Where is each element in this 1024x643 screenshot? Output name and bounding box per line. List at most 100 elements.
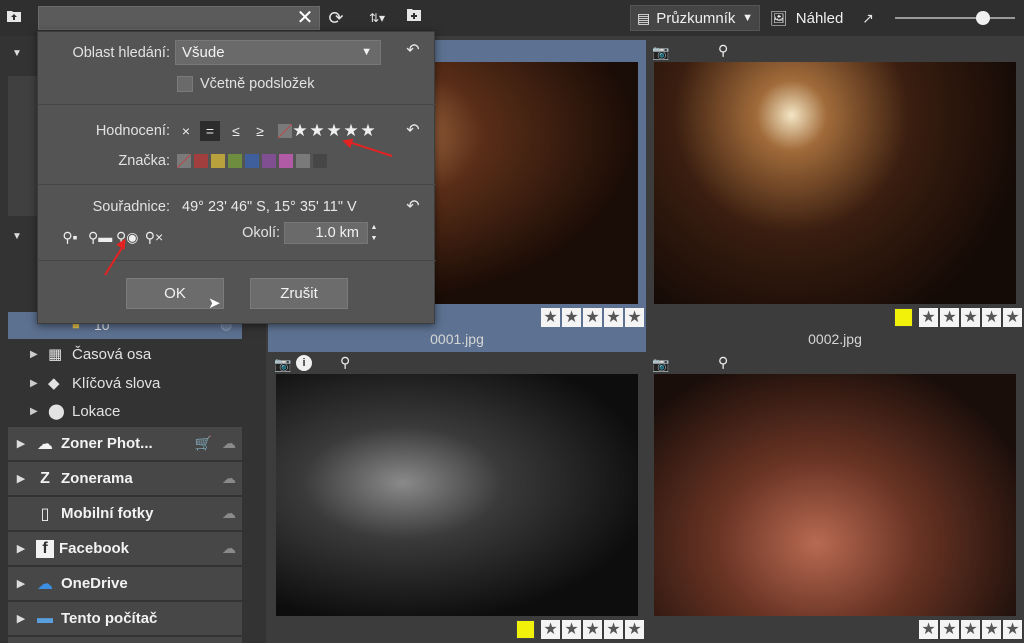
service-mobile-photos[interactable]: ▯ Mobilní fotky ☁ — [8, 497, 242, 530]
service-label: OneDrive — [61, 575, 128, 592]
thumbnail-cell[interactable]: 📷 ⚲ ★ ★ ★ ★ ★ 0002.jpg — [646, 40, 1024, 352]
reset-icon[interactable]: ↶ — [404, 42, 422, 60]
chevron-right-icon[interactable]: ▶ — [30, 349, 48, 360]
photo-thumbnail[interactable] — [654, 374, 1016, 616]
cloud-status-icon: ☁ — [222, 470, 236, 486]
star-icon[interactable]: ★ — [541, 308, 560, 327]
rating-stars[interactable]: ★ ★ ★ ★ ★ — [919, 620, 1022, 639]
external-open-icon[interactable]: ↗ — [858, 8, 878, 28]
rating-stars[interactable]: ★ ★ ★ ★ ★ — [516, 620, 644, 639]
star-icon[interactable]: ★ — [961, 308, 980, 327]
star-icon[interactable]: ★ — [1003, 620, 1022, 639]
no-tag-swatch[interactable] — [177, 154, 191, 168]
tag-color-swatch[interactable] — [313, 154, 327, 168]
reset-icon[interactable]: ↶ — [404, 198, 422, 216]
star-icon[interactable]: ★ — [309, 121, 325, 141]
area-label: Oblast hledání: — [72, 45, 170, 61]
geo-from-photo-icon[interactable]: ⚲▪ — [60, 229, 80, 247]
tag-color-swatch[interactable] — [211, 154, 225, 168]
star-icon[interactable]: ★ — [982, 308, 1001, 327]
chevron-right-icon[interactable]: ▶ — [8, 437, 34, 450]
tree-item-keywords[interactable]: ▶ ◆ Klíčová slova — [30, 370, 160, 396]
chevron-down-icon[interactable]: ▼ — [12, 48, 22, 59]
sort-icon[interactable]: ⇅▾ — [362, 8, 392, 28]
chevron-right-icon[interactable]: ▶ — [8, 542, 34, 555]
geo-from-folder-icon[interactable]: ⚲▬ — [88, 229, 112, 247]
refresh-icon[interactable]: ⟳ — [326, 8, 346, 28]
chevron-right-icon[interactable]: ▶ — [30, 378, 48, 389]
tree-item-locations[interactable]: ▶ ⬤ Lokace — [30, 398, 120, 424]
star-icon[interactable]: ★ — [919, 308, 938, 327]
cloud-icon: ☁ — [37, 435, 53, 453]
color-label-yellow[interactable] — [894, 308, 913, 327]
star-icon[interactable]: ★ — [940, 620, 959, 639]
tag-color-swatch[interactable] — [262, 154, 276, 168]
include-subfolders-checkbox[interactable] — [177, 76, 193, 92]
service-zonerama[interactable]: ▶ Z Zonerama ☁ — [8, 462, 242, 495]
star-icon[interactable]: ★ — [562, 620, 581, 639]
cancel-button[interactable]: Zrušit — [250, 278, 348, 309]
chevron-right-icon[interactable]: ▶ — [30, 406, 48, 417]
search-input[interactable] — [38, 6, 320, 30]
tree-item-label: Lokace — [72, 402, 121, 420]
rating-stars[interactable]: ★ ★ ★ ★ ★ — [541, 308, 644, 327]
star-icon[interactable]: ★ — [919, 620, 938, 639]
star-icon[interactable]: ★ — [583, 308, 602, 327]
thumbnail-cell[interactable]: 📷 ⚲ ★ ★ ★ ★ ★ — [646, 352, 1024, 643]
reset-icon[interactable]: ↶ — [404, 122, 422, 140]
star-icon[interactable]: ★ — [604, 620, 623, 639]
info-icon[interactable]: i — [296, 355, 312, 371]
star-icon[interactable]: ★ — [625, 620, 644, 639]
tag-color-swatch[interactable] — [279, 154, 293, 168]
tree-item-timeline[interactable]: ▶ ▦ Časová osa — [30, 341, 151, 367]
service-facebook[interactable]: ▶ f Facebook ☁ — [8, 532, 242, 565]
geo-clear-icon[interactable]: ⚲× — [144, 229, 164, 247]
star-icon[interactable]: ★ — [583, 620, 602, 639]
clear-search-icon[interactable]: ✕ — [295, 8, 315, 28]
color-label-yellow[interactable] — [516, 620, 535, 639]
new-folder-icon[interactable] — [404, 8, 424, 28]
star-icon[interactable]: ★ — [961, 620, 980, 639]
rating-op-equal[interactable]: = — [200, 121, 220, 141]
star-icon[interactable]: ★ — [940, 308, 959, 327]
service-zoner-photo-cloud[interactable]: ▶ ☁ Zoner Phot... 🛒 ☁ — [8, 427, 242, 460]
cloud-status-icon: ☁ — [222, 540, 236, 556]
service-this-computer[interactable]: ▶ ▬ Tento počítač — [8, 602, 242, 635]
rating-op-none[interactable]: × — [176, 121, 196, 141]
rating-op-less-equal[interactable]: ≤ — [226, 121, 246, 141]
photo-thumbnail[interactable] — [276, 374, 638, 616]
thumbnail-cell[interactable]: 📷 i ⚲ ★ ★ ★ ★ ★ — [268, 352, 646, 643]
radius-stepper[interactable]: ▲ ▼ — [368, 222, 380, 244]
star-icon[interactable]: ★ — [604, 308, 623, 327]
star-icon[interactable]: ★ — [541, 620, 560, 639]
service-onedrive[interactable]: ▶ ☁ OneDrive — [8, 567, 242, 600]
thumbnail-size-slider[interactable] — [895, 17, 1015, 19]
cart-icon[interactable]: 🛒 — [195, 435, 212, 452]
no-rating-swatch[interactable] — [278, 124, 292, 138]
folder-up-icon[interactable] — [4, 8, 24, 28]
star-icon[interactable]: ★ — [326, 121, 342, 141]
star-icon[interactable]: ★ — [625, 308, 644, 327]
star-icon[interactable]: ★ — [982, 620, 1001, 639]
chevron-right-icon[interactable]: ▶ — [8, 612, 34, 625]
slider-handle[interactable] — [976, 11, 990, 25]
star-icon[interactable]: ★ — [562, 308, 581, 327]
radius-input[interactable]: 1.0 km — [284, 222, 368, 244]
tag-color-swatch[interactable] — [296, 154, 310, 168]
mouse-cursor-icon: ➤ — [208, 295, 221, 312]
search-area-select[interactable]: Všude ▼ — [175, 40, 381, 65]
star-icon[interactable]: ★ — [292, 121, 308, 141]
star-icon[interactable]: ★ — [360, 121, 376, 141]
photo-thumbnail[interactable] — [654, 62, 1016, 304]
preview-button[interactable]: 🖼 Náhled — [770, 5, 843, 31]
star-icon[interactable]: ★ — [1003, 308, 1022, 327]
tag-color-swatch[interactable] — [245, 154, 259, 168]
rating-stars[interactable]: ★ ★ ★ ★ ★ — [894, 308, 1022, 327]
explorer-mode-button[interactable]: ▤ Průzkumník ▼ — [630, 5, 760, 31]
chevron-right-icon[interactable]: ▶ — [8, 577, 34, 590]
chevron-down-icon[interactable]: ▼ — [12, 231, 22, 242]
tag-color-swatch[interactable] — [194, 154, 208, 168]
rating-op-greater-equal[interactable]: ≥ — [250, 121, 270, 141]
chevron-right-icon[interactable]: ▶ — [8, 472, 34, 485]
tag-color-swatch[interactable] — [228, 154, 242, 168]
